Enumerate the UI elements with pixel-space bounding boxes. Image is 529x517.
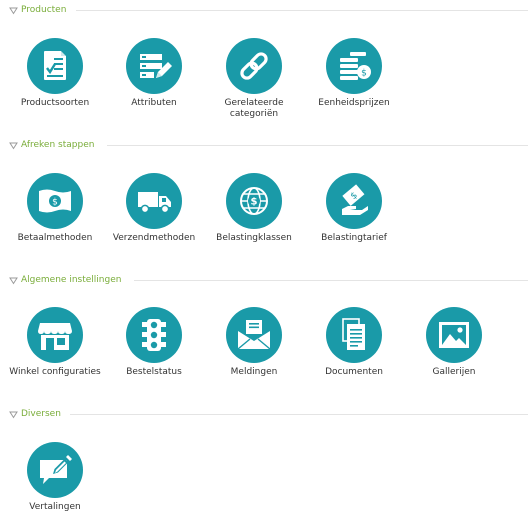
delivery-truck-icon <box>126 173 182 229</box>
collapse-triangle-icon[interactable] <box>8 140 19 151</box>
checklist-document-icon <box>27 38 83 94</box>
tile-label: Verzendmethoden <box>112 233 196 243</box>
section-title: Producten <box>21 5 67 15</box>
section-header[interactable]: Afreken stappen <box>0 139 529 153</box>
tile-label: Gerelateerde categoriën <box>224 98 284 119</box>
section-divider <box>134 280 528 281</box>
documents-icon <box>326 307 382 363</box>
svg-text:$: $ <box>251 197 258 208</box>
hand-dollar-icon: $ <box>326 173 382 229</box>
tile-label: Attributen <box>131 98 177 108</box>
tile-label: Belastingtarief <box>321 233 387 243</box>
tile-label: Bestelstatus <box>126 367 182 377</box>
tile-label: Eenheidsprijzen <box>318 98 390 108</box>
section-header[interactable]: Producten <box>0 4 529 18</box>
storefront-icon <box>27 307 83 363</box>
picture-icon <box>426 307 482 363</box>
chain-link-icon <box>226 38 282 94</box>
tile-label: Productsoorten <box>20 98 90 108</box>
collapse-triangle-icon[interactable] <box>8 409 19 420</box>
section-header[interactable]: Algemene instellingen <box>0 274 529 288</box>
speech-bubble-pencil-icon <box>27 442 83 498</box>
svg-text:$: $ <box>361 69 367 79</box>
section-title: Diversen <box>21 409 61 419</box>
globe-dollar-icon: $ <box>226 173 282 229</box>
section-header[interactable]: Diversen <box>0 408 529 422</box>
collapse-triangle-icon[interactable] <box>8 275 19 286</box>
tile-label: Meldingen <box>230 367 278 377</box>
svg-text:$: $ <box>52 198 58 208</box>
list-edit-icon <box>126 38 182 94</box>
envelope-icon <box>226 307 282 363</box>
section-divider <box>70 414 528 415</box>
tile-label: Betaalmethoden <box>17 233 93 243</box>
section-title: Algemene instellingen <box>21 275 122 285</box>
tile-label: Documenten <box>325 367 383 377</box>
coin-stack-icon: $ <box>326 38 382 94</box>
banknote-icon: $ <box>27 173 83 229</box>
section-title: Afreken stappen <box>21 140 95 150</box>
section-divider <box>107 145 528 146</box>
section-divider <box>76 10 528 11</box>
tile-label: Gallerijen <box>432 367 476 377</box>
tile-label: Vertalingen <box>29 502 81 512</box>
tile-label: Belastingklassen <box>216 233 292 243</box>
tile-label: Winkel configuraties <box>9 367 101 377</box>
traffic-light-icon <box>126 307 182 363</box>
collapse-triangle-icon[interactable] <box>8 5 19 16</box>
